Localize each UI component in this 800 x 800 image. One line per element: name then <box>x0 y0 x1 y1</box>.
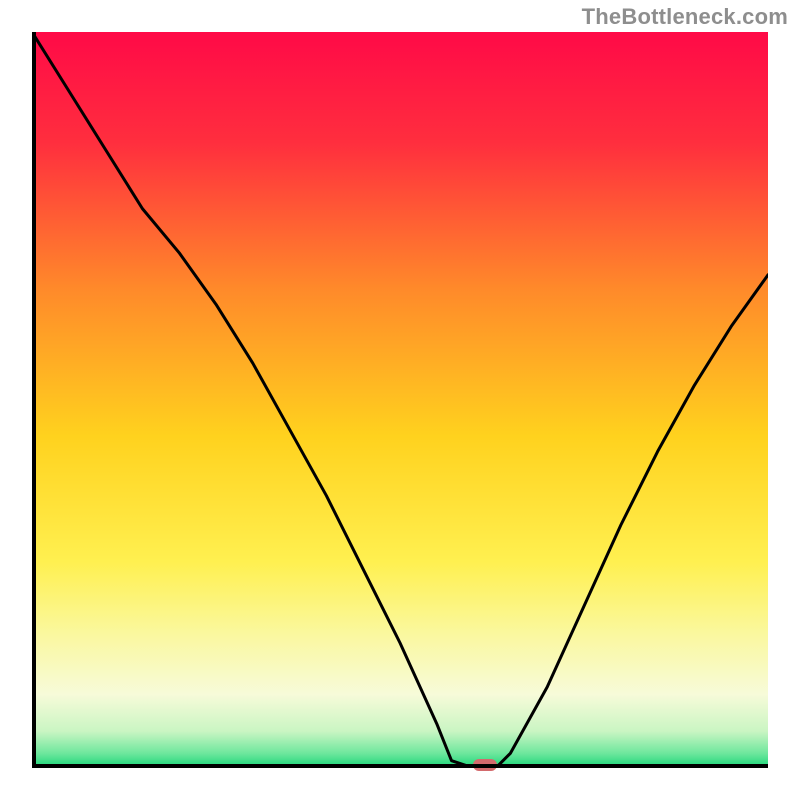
gradient-background <box>32 32 768 768</box>
bottleneck-chart: TheBottleneck.com <box>0 0 800 800</box>
plot-area <box>32 32 768 768</box>
attribution-label: TheBottleneck.com <box>582 4 788 30</box>
chart-svg <box>32 32 768 768</box>
